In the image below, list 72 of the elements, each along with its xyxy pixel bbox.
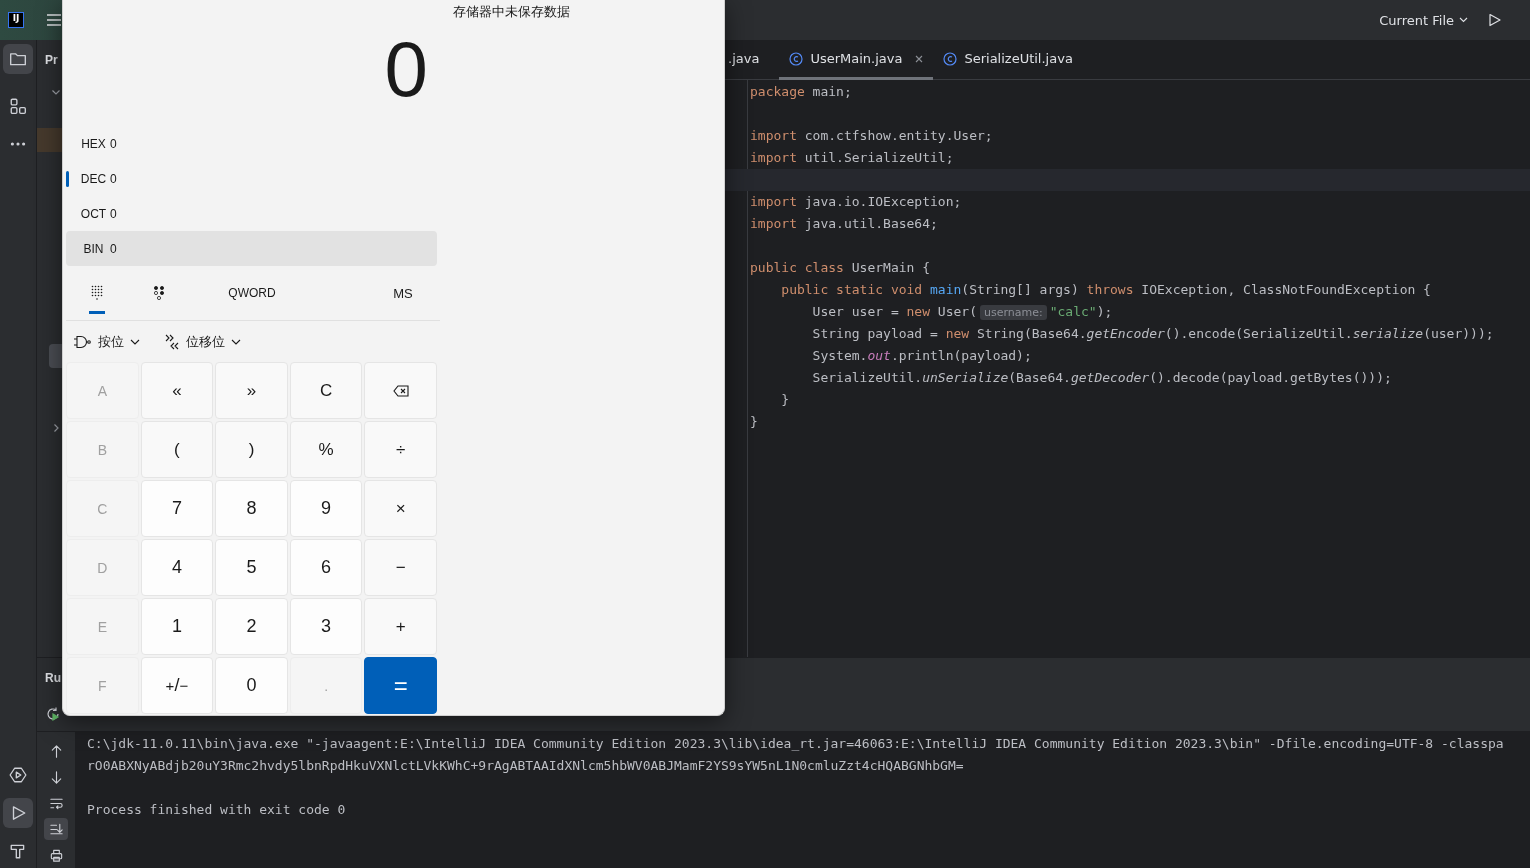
calculator-key[interactable]: 3 [289,598,363,655]
run-config-dropdown[interactable]: Current File [1373,8,1474,32]
calculator-key[interactable]: 7 [140,480,214,537]
equals-key[interactable]: = [364,657,437,714]
calculator-key[interactable]: ) [215,421,288,478]
calculator-key[interactable]: 5 [215,539,288,596]
backspace-icon [392,384,409,397]
code-line: SerializeUtil.unSerialize(Base64.getDecoder().decode(payload.getBytes())); [811,369,1393,387]
code-line: System.out.println(payload); [811,347,1033,365]
code-line: import java.io.IOException; [749,193,963,211]
folder-icon[interactable] [3,44,33,74]
calculator-key[interactable]: % [289,421,363,478]
code-line: } [749,413,759,431]
console-line: rO0ABXNyABdjb20uY3Rmc2hvdy5lbnRpdHkuVXNlctLVkKWhC+9rAgABTAAIdXNlcm5hbWV0ABJMamF2YS9sYW5nL1N0cmluZzt4cHQABGNhbGM= [87,757,965,775]
code-line: User user = new User( username: "calc"); [811,303,1114,322]
chevron-icon [130,338,140,345]
code-line: import util.SerializeUtil; [749,149,955,167]
menu-icon[interactable] [46,13,62,27]
code-line: package main; [749,83,853,101]
class-icon [943,51,958,66]
calculator-key[interactable]: − [364,539,437,596]
code-line: import java.util.Base64; [749,215,939,233]
editor-tab[interactable]: UserMain.java [779,40,934,80]
shift-icon [164,333,180,350]
editor-tab[interactable]: .java [725,40,780,80]
calculator-key[interactable]: × [364,480,437,537]
code-line: String payload = new String(Base64.getEncoder().encode(SerializeUtil.serialize(user))); [811,325,1495,343]
memory-message: 存储器中未保存数据 [453,4,570,19]
calculator-key[interactable]: « [140,362,214,419]
radix-row[interactable]: HEX 0 [66,126,437,161]
memory-store-button[interactable]: MS [372,284,434,302]
calculator-key[interactable]: 0 [215,657,288,714]
chevron-icon[interactable] [51,87,61,97]
calculator-key[interactable]: 9 [289,480,363,537]
calculator-key[interactable]: 4 [140,539,214,596]
run-icon[interactable] [3,798,33,828]
calculator-key[interactable]: 1 [140,598,214,655]
panel-title: Ru [45,670,61,685]
calculator-key[interactable]: 6 [289,539,363,596]
calculator-key[interactable]: ÷ [364,421,437,478]
chevron-icon [231,338,241,345]
run-icon[interactable] [1486,12,1502,28]
console-line: C:\jdk-11.0.11\bin\java.exe "-javaagent:E:\IntelliJ IDEA Community Edition 2023.3\lib\idea_rt.jar=46063:E:\IntelliJ IDEA Community Edition 2023.3\bin" -Dfile.encoding=UTF-8 -classpa [87,735,1505,753]
code-line: import com.ctfshow.entity.User; [749,127,994,145]
operator-dropdown[interactable]: 按位 [74,332,140,351]
word-size-button[interactable]: QWORD [190,266,314,320]
logic-gate-icon [74,334,92,349]
code-line: public static void main(String[] args) throws IOException, ClassNotFoundException { [780,281,1432,299]
chevron-icon [1459,17,1468,23]
close-icon[interactable] [915,54,924,63]
calculator-key[interactable]: C [289,362,363,419]
calculator-key[interactable]: 2 [215,598,288,655]
display-value: 0 [384,30,428,108]
calculator-key[interactable]: » [215,362,288,419]
bit-toggle-icon [153,285,165,301]
class-icon [789,51,804,66]
calculator-key[interactable]: + [364,598,437,655]
radix-row[interactable]: BIN 0 [66,231,437,266]
operator-dropdown[interactable]: 位移位 [164,332,241,351]
console-line: Process finished with exit code 0 [87,801,347,819]
radix-row[interactable]: OCT 0 [66,196,437,231]
keypad-icon [91,285,103,301]
calculator-key[interactable]: ( [140,421,214,478]
code-line: } [780,391,791,409]
scroll-to-end-icon[interactable] [44,818,68,840]
panel-title: Pr [45,53,58,67]
radix-row[interactable]: DEC 0 [66,161,437,196]
editor-tab[interactable]: SerializeUtil.java [933,40,1083,80]
calculator-key[interactable]: 8 [215,480,288,537]
app-logo[interactable]: IJ [8,12,24,28]
code-line: public class UserMain { [749,259,931,277]
chevron-icon[interactable] [51,423,61,433]
